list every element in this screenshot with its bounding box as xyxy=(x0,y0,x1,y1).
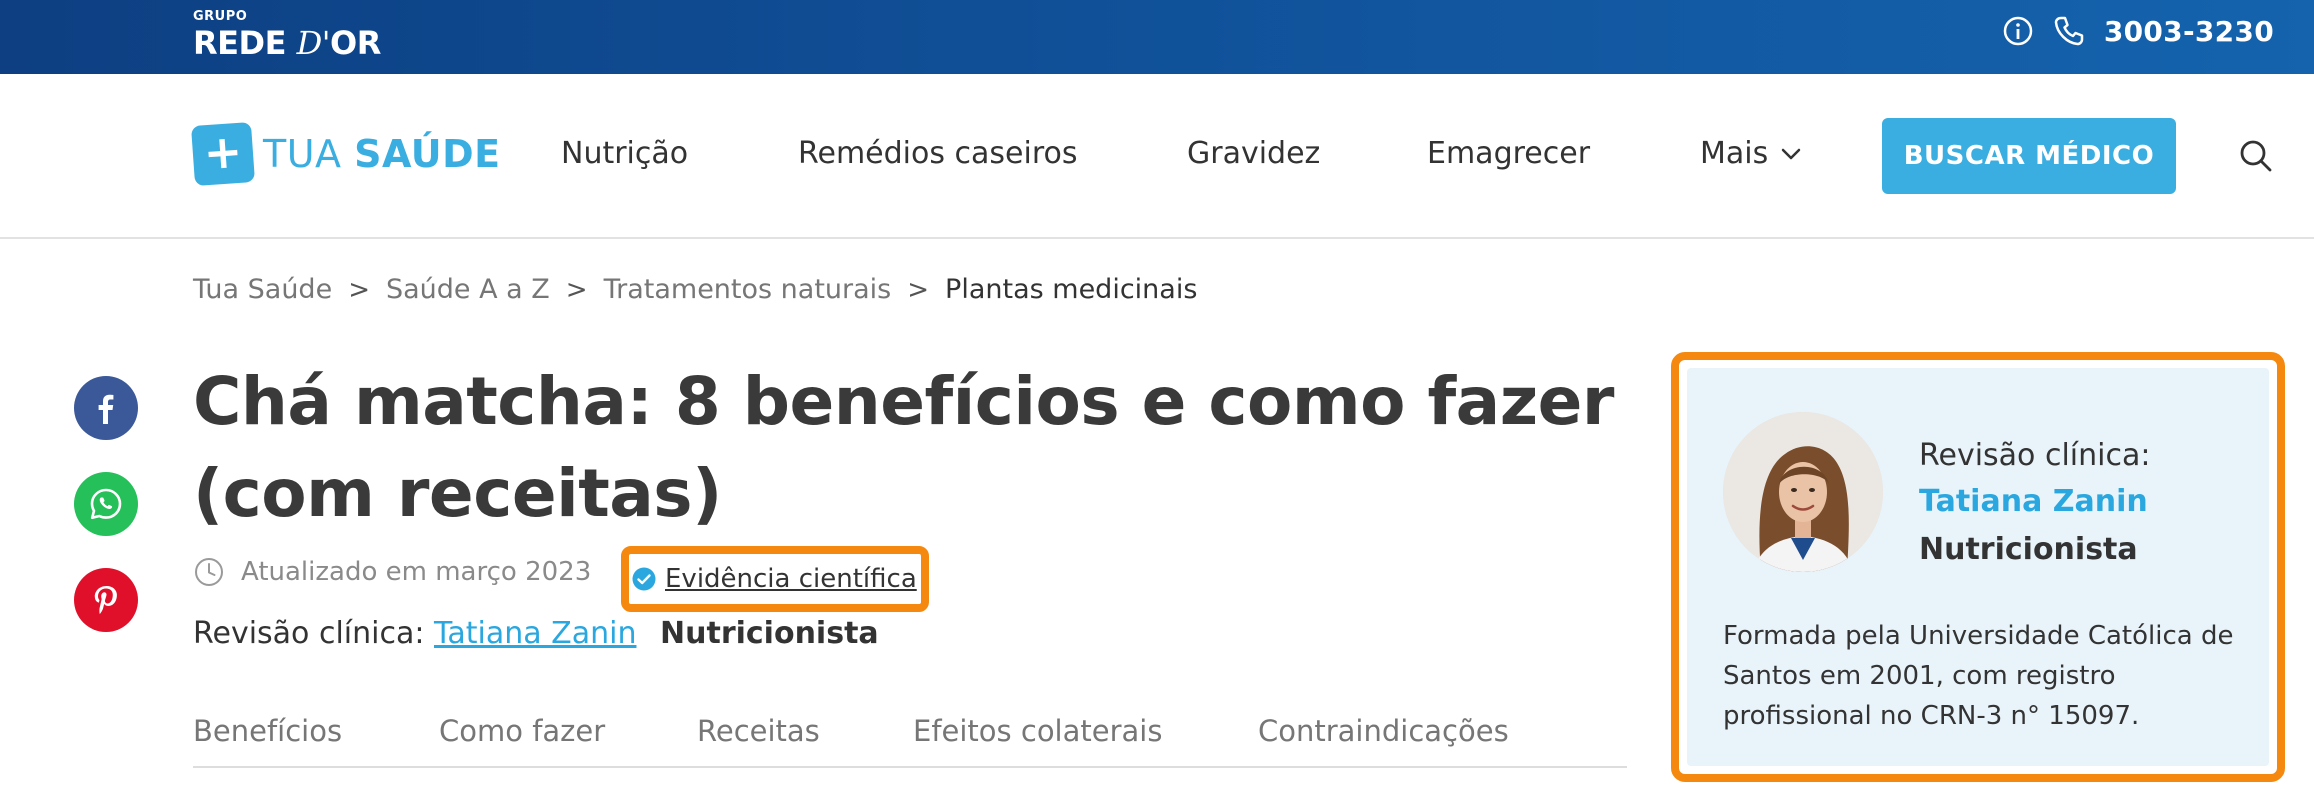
logo-plus: + xyxy=(201,123,244,181)
tua-saude-logo[interactable]: + TUA SAÚDE xyxy=(190,121,501,187)
evidencia-cientifica-highlight: Evidência científica xyxy=(621,546,929,612)
breadcrumb-separator: > xyxy=(907,274,930,305)
tab-efeitos-colaterais[interactable]: Efeitos colaterais xyxy=(913,714,1162,748)
tab-receitas[interactable]: Receitas xyxy=(697,714,820,748)
nav-more-label: Mais xyxy=(1700,136,1769,171)
card-review-label: Revisão clínica: xyxy=(1919,438,2151,473)
section-tabs: Benefícios Como fazer Receitas Efeitos c… xyxy=(193,708,1627,768)
card-reviewer-bio: Formada pela Universidade Católica de Sa… xyxy=(1723,621,2234,731)
contact-area: 3003-3230 xyxy=(2002,14,2274,48)
tab-beneficios[interactable]: Benefícios xyxy=(193,714,342,748)
verified-check-icon xyxy=(632,567,656,591)
nav-item-remedios-caseiros[interactable]: Remédios caseiros xyxy=(798,136,1078,171)
share-pinterest-button[interactable] xyxy=(74,568,138,632)
breadcrumb: Tua Saúde > Saúde A a Z > Tratamentos na… xyxy=(193,274,1197,305)
brand-script: D' xyxy=(296,24,331,62)
card-reviewer-name-link[interactable]: Tatiana Zanin xyxy=(1919,484,2148,519)
tab-contraindicacoes[interactable]: Contraindicações xyxy=(1258,714,1509,748)
top-bar: GRUPO REDE D'OR 3003-3230 xyxy=(0,0,2314,74)
nav-item-gravidez[interactable]: Gravidez xyxy=(1187,136,1320,171)
chevron-down-icon xyxy=(1781,148,1801,159)
breadcrumb-item-tratamentos-naturais[interactable]: Tratamentos naturais xyxy=(604,274,892,305)
phone-icon[interactable] xyxy=(2052,14,2086,48)
breadcrumb-item-tua-saude[interactable]: Tua Saúde xyxy=(193,274,332,305)
reviewer-photo xyxy=(1723,412,1883,572)
facebook-icon xyxy=(98,394,114,424)
info-icon[interactable] xyxy=(2002,15,2034,47)
share-whatsapp-button[interactable] xyxy=(74,472,138,536)
plus-icon: + xyxy=(190,121,256,187)
article-title: Chá matcha: 8 benefícios e como fazer (c… xyxy=(193,356,1623,540)
review-prefix: Revisão clínica: xyxy=(193,616,425,651)
reviewer-name-link[interactable]: Tatiana Zanin xyxy=(434,616,636,651)
nav-item-nutricao[interactable]: Nutrição xyxy=(561,136,688,171)
nav-item-mais[interactable]: Mais xyxy=(1700,136,1802,171)
brand-main-text: REDE D'OR xyxy=(193,26,381,60)
tab-como-fazer[interactable]: Como fazer xyxy=(439,714,605,748)
evidencia-cientifica-link[interactable]: Evidência científica xyxy=(665,564,917,594)
buscar-medico-button[interactable]: BUSCAR MÉDICO xyxy=(1882,118,2176,194)
pinterest-icon xyxy=(94,586,117,614)
reviewer-card-highlight: Revisão clínica: Tatiana Zanin Nutricion… xyxy=(1671,352,2285,782)
brand-suffix: OR xyxy=(330,24,381,62)
breadcrumb-item-saude-a-z[interactable]: Saúde A a Z xyxy=(386,274,550,305)
whatsapp-icon xyxy=(90,488,122,520)
updated-text: Atualizado em março 2023 xyxy=(241,557,592,587)
brand-prefix: REDE xyxy=(193,24,297,62)
breadcrumb-separator: > xyxy=(348,274,370,305)
brand-small-text: GRUPO xyxy=(193,9,248,24)
breadcrumb-separator: > xyxy=(565,274,588,305)
search-icon[interactable] xyxy=(2236,136,2276,176)
rede-dor-logo[interactable]: GRUPO REDE D'OR xyxy=(193,9,381,61)
article-updated: Atualizado em março 2023 xyxy=(193,556,591,588)
clinical-review-line: Revisão clínica: Tatiana Zanin Nutricion… xyxy=(193,616,879,651)
reviewer-profession: Nutricionista xyxy=(660,616,879,651)
logo-text: TUA SAÚDE xyxy=(263,132,501,176)
reviewer-card: Revisão clínica: Tatiana Zanin Nutricion… xyxy=(1687,368,2269,766)
logo-light: TUA xyxy=(263,132,355,176)
clock-icon xyxy=(195,558,223,586)
nav-item-emagrecer[interactable]: Emagrecer xyxy=(1427,136,1590,171)
article-title-line-2: (com receitas) xyxy=(193,455,722,532)
main-navigation: + TUA SAÚDE Nutrição Remédios caseiros G… xyxy=(0,74,2314,239)
share-facebook-button[interactable] xyxy=(74,376,138,440)
article-title-line-1: Chá matcha: 8 benefícios e como fazer xyxy=(193,363,1614,440)
card-reviewer-profession: Nutricionista xyxy=(1919,532,2138,567)
phone-number[interactable]: 3003-3230 xyxy=(2104,15,2274,48)
breadcrumb-current: Plantas medicinais xyxy=(945,274,1198,305)
reviewer-avatar xyxy=(1723,412,1883,572)
logo-bold: SAÚDE xyxy=(354,132,501,176)
